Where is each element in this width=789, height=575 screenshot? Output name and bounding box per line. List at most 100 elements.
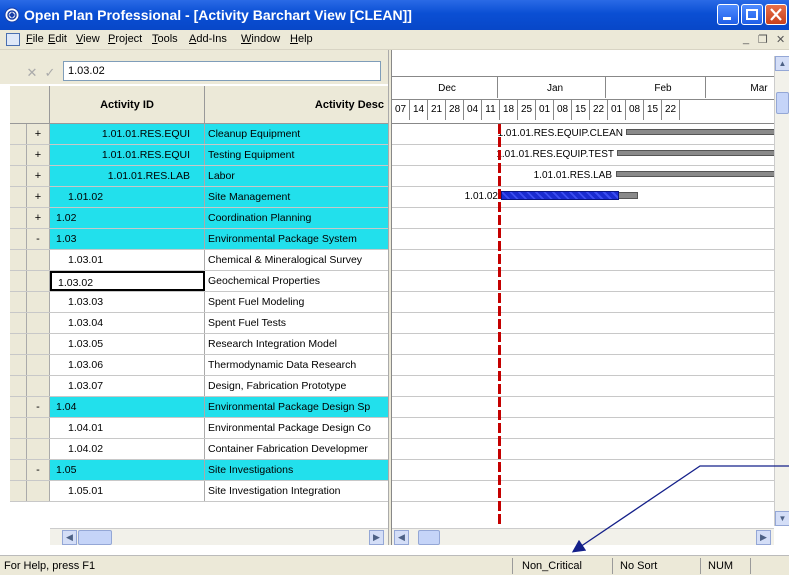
row-selector[interactable] bbox=[10, 124, 27, 144]
activity-id-cell[interactable]: 1.04.02 bbox=[50, 439, 205, 459]
row-selector[interactable] bbox=[10, 292, 27, 312]
row-selector[interactable] bbox=[10, 250, 27, 270]
activity-desc-cell[interactable]: Research Integration Model bbox=[205, 334, 388, 354]
chart-row[interactable] bbox=[392, 418, 774, 439]
activity-id-cell[interactable]: 1.01.01.RES.EQUI bbox=[50, 124, 205, 144]
progress-bar[interactable] bbox=[501, 191, 619, 200]
activity-desc-cell[interactable]: Thermodynamic Data Research bbox=[205, 355, 388, 375]
mdi-close-icon[interactable]: ✕ bbox=[776, 33, 785, 46]
close-button[interactable] bbox=[765, 4, 787, 25]
grid-scroll-right-icon[interactable]: ▶ bbox=[369, 530, 384, 545]
row-selector[interactable] bbox=[10, 376, 27, 396]
menu-help[interactable]: Help bbox=[290, 33, 313, 45]
row-expander[interactable]: - bbox=[27, 460, 50, 480]
activity-id-cell[interactable]: 1.03 bbox=[50, 229, 205, 249]
chart-row[interactable] bbox=[392, 397, 774, 418]
row-selector[interactable] bbox=[10, 355, 27, 375]
row-expander[interactable] bbox=[27, 376, 50, 396]
cell-edit-input[interactable]: 1.03.02 bbox=[63, 61, 381, 81]
activity-desc-cell[interactable]: Labor bbox=[205, 166, 388, 186]
chart-row[interactable] bbox=[392, 208, 774, 229]
activity-id-cell[interactable]: 1.01.02 bbox=[50, 187, 205, 207]
activity-id-cell[interactable]: 1.01.01.RES.EQUI bbox=[50, 145, 205, 165]
menu-view[interactable]: View bbox=[76, 33, 100, 45]
table-row[interactable]: 1.03.05 Research Integration Model bbox=[10, 334, 388, 355]
row-expander[interactable]: + bbox=[27, 145, 50, 165]
activity-id-cell[interactable]: 1.03.05 bbox=[50, 334, 205, 354]
minimize-button[interactable] bbox=[717, 4, 739, 25]
table-row[interactable]: 1.05.01 Site Investigation Integration bbox=[10, 481, 388, 502]
grid-corner[interactable] bbox=[10, 86, 50, 124]
activity-desc-cell[interactable]: Site Management bbox=[205, 187, 388, 207]
grid-scroll-left-icon[interactable]: ◀ bbox=[62, 530, 77, 545]
table-row[interactable]: 1.04.02 Container Fabrication Developmer bbox=[10, 439, 388, 460]
chart-horizontal-scrollbar[interactable]: ◀ ▶ bbox=[392, 528, 774, 545]
table-row[interactable]: +1.01.01.RES.LAB Labor bbox=[10, 166, 388, 187]
activity-id-cell[interactable]: 1.03.06 bbox=[50, 355, 205, 375]
scroll-up-icon[interactable]: ▲ bbox=[775, 56, 789, 71]
row-expander[interactable]: - bbox=[27, 397, 50, 417]
scroll-down-icon[interactable]: ▼ bbox=[775, 511, 789, 526]
row-selector[interactable] bbox=[10, 166, 27, 186]
menu-tools[interactable]: Tools bbox=[152, 33, 178, 45]
activity-id-cell[interactable]: 1.03.02 bbox=[50, 271, 205, 291]
row-selector[interactable] bbox=[10, 397, 27, 417]
table-row[interactable]: 1.03.07 Design, Fabrication Prototype bbox=[10, 376, 388, 397]
activity-id-cell[interactable]: 1.03.04 bbox=[50, 313, 205, 333]
table-row[interactable]: 1.03.06 Thermodynamic Data Research bbox=[10, 355, 388, 376]
chart-row[interactable] bbox=[392, 355, 774, 376]
row-expander[interactable]: + bbox=[27, 124, 50, 144]
table-row[interactable]: +1.02 Coordination Planning bbox=[10, 208, 388, 229]
activity-bar[interactable] bbox=[617, 150, 774, 156]
activity-id-cell[interactable]: 1.04.01 bbox=[50, 418, 205, 438]
table-row[interactable]: +1.01.02 Site Management bbox=[10, 187, 388, 208]
table-row[interactable]: 1.04.01 Environmental Package Design Co bbox=[10, 418, 388, 439]
chart-row[interactable] bbox=[392, 229, 774, 250]
chart-scroll-thumb[interactable] bbox=[418, 530, 440, 545]
row-expander[interactable] bbox=[27, 481, 50, 501]
vertical-scroll-thumb[interactable] bbox=[776, 92, 789, 114]
activity-id-cell[interactable]: 1.02 bbox=[50, 208, 205, 228]
confirm-edit-icon[interactable]: ✓ bbox=[42, 65, 58, 81]
row-expander[interactable] bbox=[27, 250, 50, 270]
activity-desc-cell[interactable]: Site Investigation Integration bbox=[205, 481, 388, 501]
table-row[interactable]: +1.01.01.RES.EQUI Testing Equipment bbox=[10, 145, 388, 166]
chart-row[interactable] bbox=[392, 271, 774, 292]
chart-row[interactable] bbox=[392, 376, 774, 397]
row-selector[interactable] bbox=[10, 271, 27, 291]
row-expander[interactable] bbox=[27, 313, 50, 333]
chart-row[interactable] bbox=[392, 439, 774, 460]
chart-row[interactable] bbox=[392, 313, 774, 334]
row-expander[interactable] bbox=[27, 292, 50, 312]
activity-desc-cell[interactable]: Testing Equipment bbox=[205, 145, 388, 165]
table-row[interactable]: -1.04 Environmental Package Design Sp bbox=[10, 397, 388, 418]
chart-scroll-left-icon[interactable]: ◀ bbox=[394, 530, 409, 545]
grid-horizontal-scrollbar[interactable]: ◀ ▶ bbox=[50, 528, 388, 545]
row-expander[interactable] bbox=[27, 355, 50, 375]
cancel-edit-icon[interactable]: ✕ bbox=[24, 65, 40, 81]
activity-id-cell[interactable]: 1.03.01 bbox=[50, 250, 205, 270]
activity-desc-cell[interactable]: Cleanup Equipment bbox=[205, 124, 388, 144]
menu-window[interactable]: Window bbox=[241, 33, 280, 45]
row-selector[interactable] bbox=[10, 439, 27, 459]
row-selector[interactable] bbox=[10, 334, 27, 354]
row-selector[interactable] bbox=[10, 208, 27, 228]
chart-row[interactable] bbox=[392, 250, 774, 271]
activity-bar[interactable] bbox=[616, 171, 774, 177]
table-row[interactable]: +1.01.01.RES.EQUI Cleanup Equipment bbox=[10, 124, 388, 145]
activity-desc-cell[interactable]: Chemical & Mineralogical Survey bbox=[205, 250, 388, 270]
activity-desc-cell[interactable]: Site Investigations bbox=[205, 460, 388, 480]
activity-desc-cell[interactable]: Coordination Planning bbox=[205, 208, 388, 228]
row-expander[interactable] bbox=[27, 418, 50, 438]
activity-desc-cell[interactable]: Environmental Package Design Co bbox=[205, 418, 388, 438]
activity-desc-cell[interactable]: Environmental Package System bbox=[205, 229, 388, 249]
chart-row[interactable] bbox=[392, 481, 774, 502]
mdi-minimize-icon[interactable]: _ bbox=[743, 33, 749, 45]
chart-row[interactable] bbox=[392, 292, 774, 313]
row-expander[interactable]: + bbox=[27, 208, 50, 228]
chart-row[interactable] bbox=[392, 334, 774, 355]
restore-button[interactable] bbox=[741, 4, 763, 25]
menu-file[interactable]: File bbox=[26, 33, 44, 45]
activity-id-cell[interactable]: 1.03.07 bbox=[50, 376, 205, 396]
table-row[interactable]: -1.05 Site Investigations bbox=[10, 460, 388, 481]
